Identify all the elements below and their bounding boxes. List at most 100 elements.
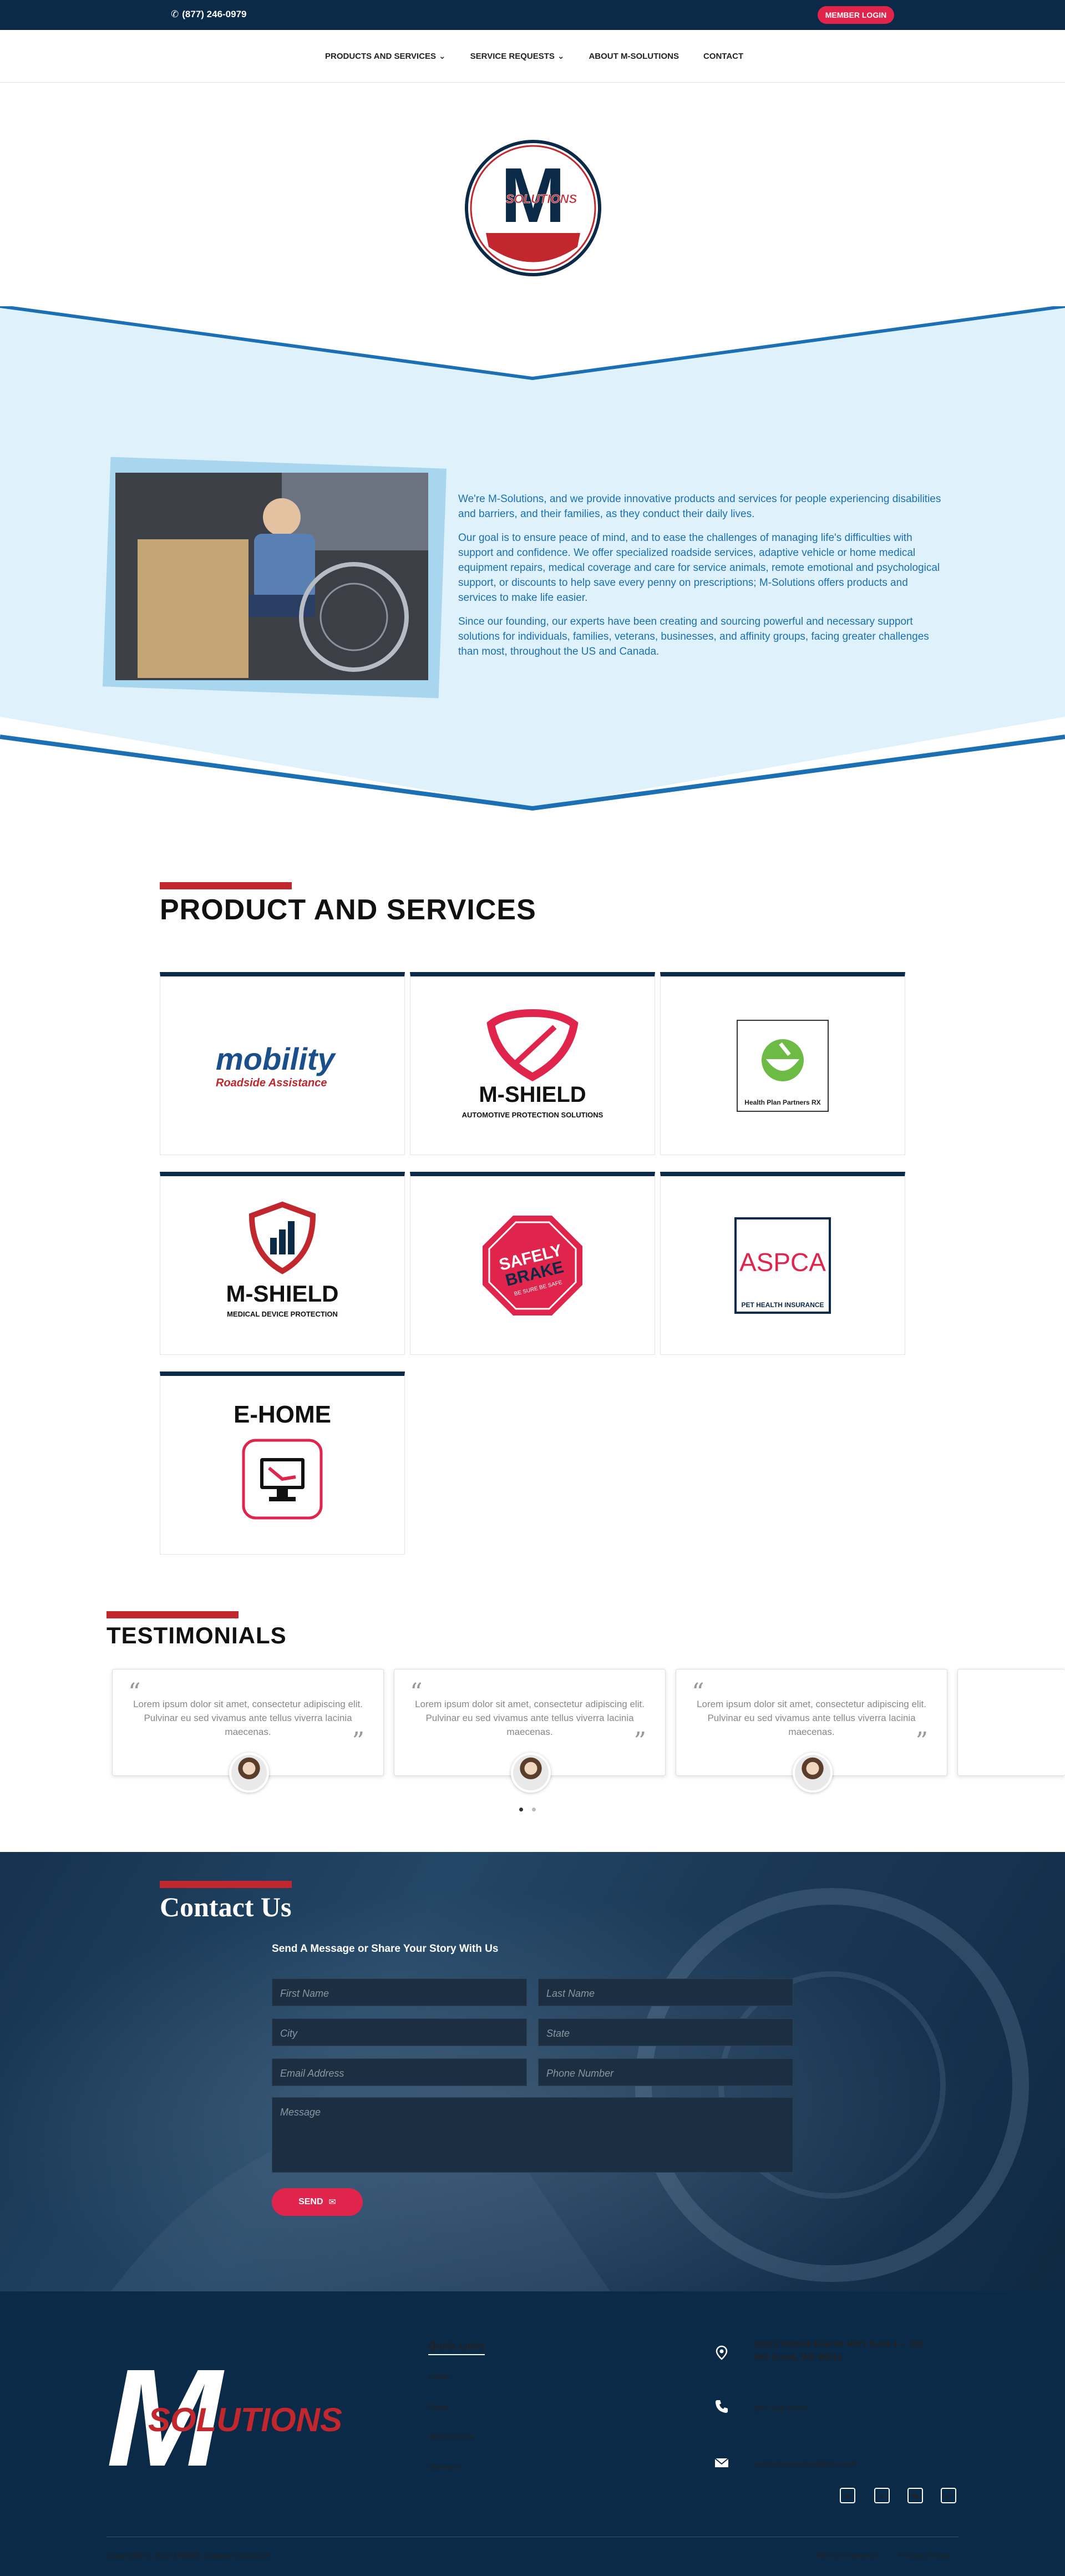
hpp-tag: Health Plan Partners RX <box>744 1099 820 1106</box>
about-paragraph: Since our founding, our experts have bee… <box>458 616 929 657</box>
product-card-aspca[interactable]: ASPCA PET HEALTH INSURANCE <box>660 1172 905 1355</box>
about-photo-man-in-wheelchair <box>115 473 428 680</box>
footer-email[interactable]: customerservice@mss.com <box>754 2458 856 2471</box>
testimonial-card-partial <box>957 1669 1065 1776</box>
footer-link-home[interactable]: Home <box>428 2372 450 2382</box>
product-card-safely-brake[interactable]: SAFELY BRAKE BE SURE BE SAFE <box>410 1172 655 1355</box>
product-card-mshield-medical[interactable]: M-SHIELD MEDICAL DEVICE PROTECTION <box>160 1172 405 1355</box>
mshield-med-tag: MEDICAL DEVICE PROTECTION <box>227 1310 338 1318</box>
phone-number-field[interactable]: Phone Number <box>538 2058 793 2086</box>
nav-item-contact[interactable]: CONTACT <box>703 51 743 61</box>
twitter-icon[interactable]: t <box>874 2488 890 2503</box>
contact-title: Contact Us <box>160 1891 292 1922</box>
testimonial-text: Lorem ipsum dolor sit amet, consectetur … <box>415 1699 645 1737</box>
location-pin-icon <box>716 2345 728 2360</box>
first-name-field[interactable]: First Name <box>272 1978 527 2006</box>
address-line2: Mill Creek, WA 98012 <box>754 2353 843 2362</box>
testimonial-avatar <box>511 1753 551 1793</box>
testimonial-avatar <box>793 1753 833 1793</box>
phone-icon: ✆ <box>171 9 179 19</box>
mshield-auto-tag: AUTOMOTIVE PROTECTION SOLUTIONS <box>462 1111 604 1119</box>
product-card-health-plan-partners[interactable]: Health Plan Partners RX <box>660 972 905 1155</box>
last-name-field[interactable]: Last Name <box>538 1978 793 2006</box>
carousel-dots <box>519 1808 536 1811</box>
chevron-down-icon: ⌄ <box>557 52 565 61</box>
mobility-word: mobility <box>216 1041 337 1076</box>
footer-address: 16212 Bothell Everett HWY Suite F – 132 … <box>754 2338 924 2365</box>
mshield-med-name: M-SHIELD <box>226 1281 339 1307</box>
quote-close-icon: ” <box>633 1727 647 1755</box>
top-bar: ✆ (877) 246-0979 MEMBER LOGIN <box>0 0 1065 30</box>
quick-links-title: Quick Links <box>428 2340 485 2355</box>
aspca-tag: PET HEALTH INSURANCE <box>741 1301 824 1309</box>
instagram-icon[interactable]: ◎ <box>941 2488 956 2503</box>
facebook-icon[interactable]: f <box>840 2488 855 2503</box>
send-button[interactable]: SEND ✉ <box>272 2188 363 2216</box>
linkedin-icon[interactable]: in <box>907 2488 923 2503</box>
mobility-logo: mobility Roadside Assistance <box>216 1041 337 1089</box>
product-card-mshield-auto[interactable]: M-SHIELD AUTOMOTIVE PROTECTION SOLUTIONS <box>410 972 655 1155</box>
mshield-auto-name: M-SHIELD <box>479 1082 586 1107</box>
privacy-policy-link[interactable]: Privacy Policy <box>899 2551 950 2560</box>
nav-item-label: SERVICE REQUESTS <box>470 51 555 61</box>
city-field[interactable]: City <box>272 2018 527 2046</box>
testimonial-card: “ Lorem ipsum dolor sit amet, consectetu… <box>676 1669 947 1793</box>
message-field[interactable]: Message <box>272 2097 793 2173</box>
quote-close-icon: ” <box>915 1727 929 1755</box>
nav-item-about[interactable]: ABOUT M-SOLUTIONS <box>589 51 679 61</box>
testimonials-title: TESTIMONIALS <box>106 1622 287 1648</box>
nav-item-products[interactable]: PRODUCTS AND SERVICES ⌄ <box>325 51 446 62</box>
mshield-auto-logo: M-SHIELD AUTOMOTIVE PROTECTION SOLUTIONS <box>462 1009 604 1119</box>
top-phone-link[interactable]: ✆ (877) 246-0979 <box>171 9 247 20</box>
mobility-tag: Roadside Assistance <box>216 1077 327 1089</box>
nav-item-label: CONTACT <box>703 51 744 61</box>
envelope-icon: ✉ <box>328 2198 336 2207</box>
products-accent-bar <box>160 882 292 889</box>
email-icon <box>714 2458 729 2467</box>
about-paragraph: We're M-Solutions, and we provide innova… <box>458 493 941 520</box>
quote-close-icon: ” <box>352 1727 365 1755</box>
testimonial-text: Lorem ipsum dolor sit amet, consectetur … <box>697 1699 926 1737</box>
aspca-name: ASPCA <box>739 1248 826 1277</box>
testimonials-accent-bar <box>106 1611 239 1618</box>
send-label: SEND <box>298 2197 323 2206</box>
footer-logo-word: SOLUTIONS <box>148 2401 342 2438</box>
contact-accent-bar <box>160 1881 292 1888</box>
aspca-logo: ASPCA PET HEALTH INSURANCE <box>734 1217 831 1314</box>
contact-subtitle: Send A Message or Share Your Story With … <box>272 1943 499 1955</box>
email-field[interactable]: Email Address <box>272 2058 527 2086</box>
health-plan-partners-logo: Health Plan Partners RX <box>737 1019 829 1112</box>
about-paragraph: Our goal is to ensure peace of mind, and… <box>458 532 940 604</box>
footer-link-news[interactable]: News <box>428 2402 449 2412</box>
carousel-dot[interactable] <box>532 1808 536 1811</box>
footer-logo[interactable]: M SOLUTIONS <box>106 2365 345 2470</box>
testimonial-text: Lorem ipsum dolor sit amet, consectetur … <box>133 1699 363 1737</box>
carousel-dot[interactable] <box>519 1808 523 1811</box>
chevron-down-icon: ⌄ <box>439 52 446 61</box>
footer-link-testimonials[interactable]: Testimonials <box>428 2432 474 2442</box>
hero-logo[interactable]: M SOLUTIONS <box>464 139 602 277</box>
nav-item-label: PRODUCTS AND SERVICES <box>325 51 437 61</box>
products-title: PRODUCT AND SERVICES <box>160 894 536 926</box>
product-card-e-home[interactable]: E-HOME <box>160 1371 405 1555</box>
phone-icon <box>716 2400 728 2413</box>
mshield-medical-logo: M-SHIELD MEDICAL DEVICE PROTECTION <box>226 1201 339 1318</box>
member-login-button[interactable]: MEMBER LOGIN <box>818 6 894 24</box>
footer-phone[interactable]: 877-246-0979 <box>754 2402 806 2416</box>
e-home-name: E-HOME <box>234 1401 331 1428</box>
safely-brake-logo: SAFELY BRAKE BE SURE BE SAFE <box>483 1215 582 1315</box>
testimonial-card: “ Lorem ipsum dolor sit amet, consectetu… <box>394 1669 666 1793</box>
product-card-mobility[interactable]: mobility Roadside Assistance <box>160 972 405 1155</box>
terms-of-service-link[interactable]: Terms of Service <box>815 2551 878 2560</box>
copyright-text: Copyright © 2022 Mobility Support Soluti… <box>106 2551 270 2560</box>
address-line1: 16212 Bothell Everett HWY Suite F – 132 <box>754 2340 924 2349</box>
state-field[interactable]: State <box>538 2018 793 2046</box>
top-phone-text: (877) 246-0979 <box>182 9 247 19</box>
nav-item-service-requests[interactable]: SERVICE REQUESTS ⌄ <box>470 51 565 62</box>
testimonial-card: “ Lorem ipsum dolor sit amet, consectetu… <box>112 1669 384 1793</box>
nav-item-label: ABOUT M-SOLUTIONS <box>589 51 679 61</box>
footer-link-services[interactable]: Services <box>428 2462 460 2472</box>
hero-logo-word: SOLUTIONS <box>506 192 577 206</box>
e-home-logo: E-HOME <box>234 1401 331 1519</box>
main-nav: PRODUCTS AND SERVICES ⌄ SERVICE REQUESTS ⌄… <box>0 30 1065 83</box>
